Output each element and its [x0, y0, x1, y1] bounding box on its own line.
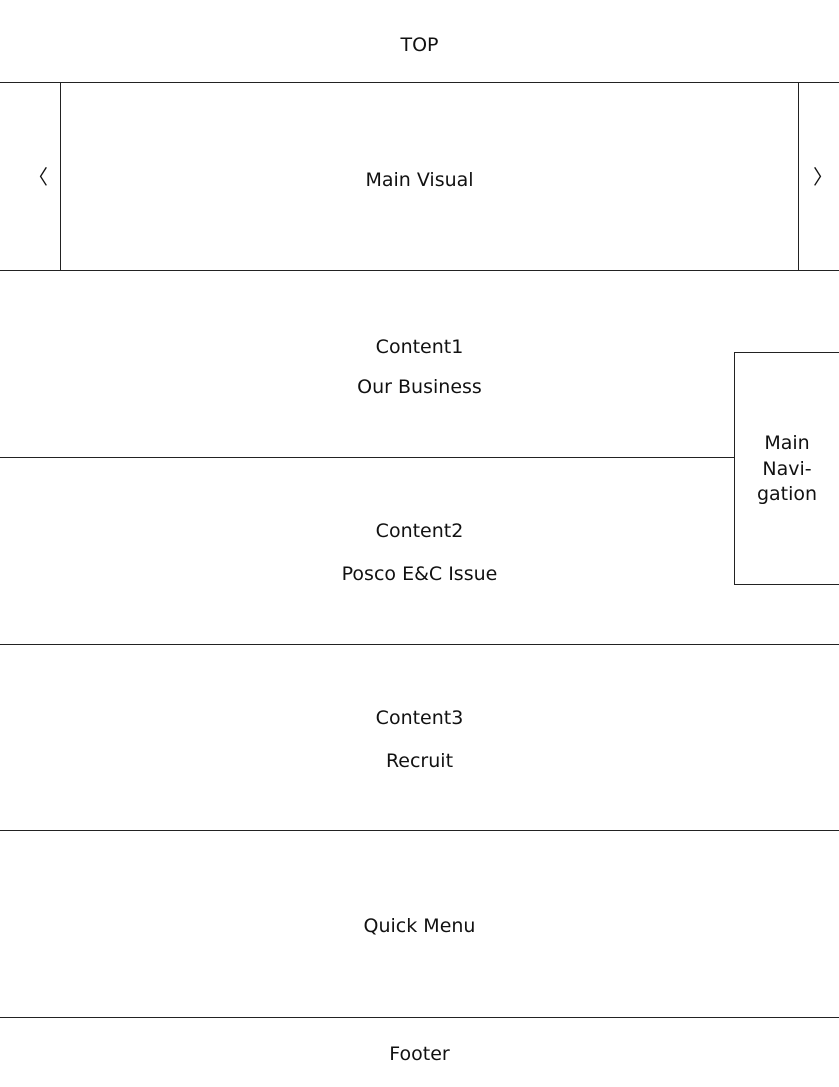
content1-section: Content1 Our Business — [0, 271, 839, 458]
main-navigation-line3: gation — [756, 483, 818, 506]
main-navigation-line1: Main — [764, 432, 810, 454]
next-slide-button[interactable]: 〉 — [798, 83, 839, 270]
chevron-right-icon: 〉 — [813, 164, 833, 189]
top-section: TOP — [0, 0, 839, 83]
content3-section: Content3 Recruit — [0, 645, 839, 831]
quick-menu-label: Quick Menu — [363, 915, 476, 937]
content3-title: Content3 — [375, 707, 464, 729]
content2-subtitle: Posco E&C Issue — [341, 563, 498, 585]
top-label: TOP — [400, 34, 439, 56]
main-navigation[interactable]: Main Navi- gation — [734, 352, 839, 585]
quick-menu-section: Quick Menu — [0, 831, 839, 1018]
main-visual-section: 〈 Main Visual 〉 — [0, 83, 839, 271]
footer-label: Footer — [389, 1043, 450, 1065]
content2-section: Content2 Posco E&C Issue — [0, 458, 839, 645]
footer-section: Footer — [0, 1018, 839, 1087]
content3-subtitle: Recruit — [385, 750, 454, 772]
main-visual-label: Main Visual — [365, 169, 474, 191]
main-navigation-label: Main Navi- gation — [735, 431, 839, 508]
content1-title: Content1 — [375, 336, 464, 358]
content1-subtitle: Our Business — [357, 376, 482, 398]
content2-title: Content2 — [375, 520, 464, 542]
main-navigation-line2: Navi- — [762, 457, 812, 480]
